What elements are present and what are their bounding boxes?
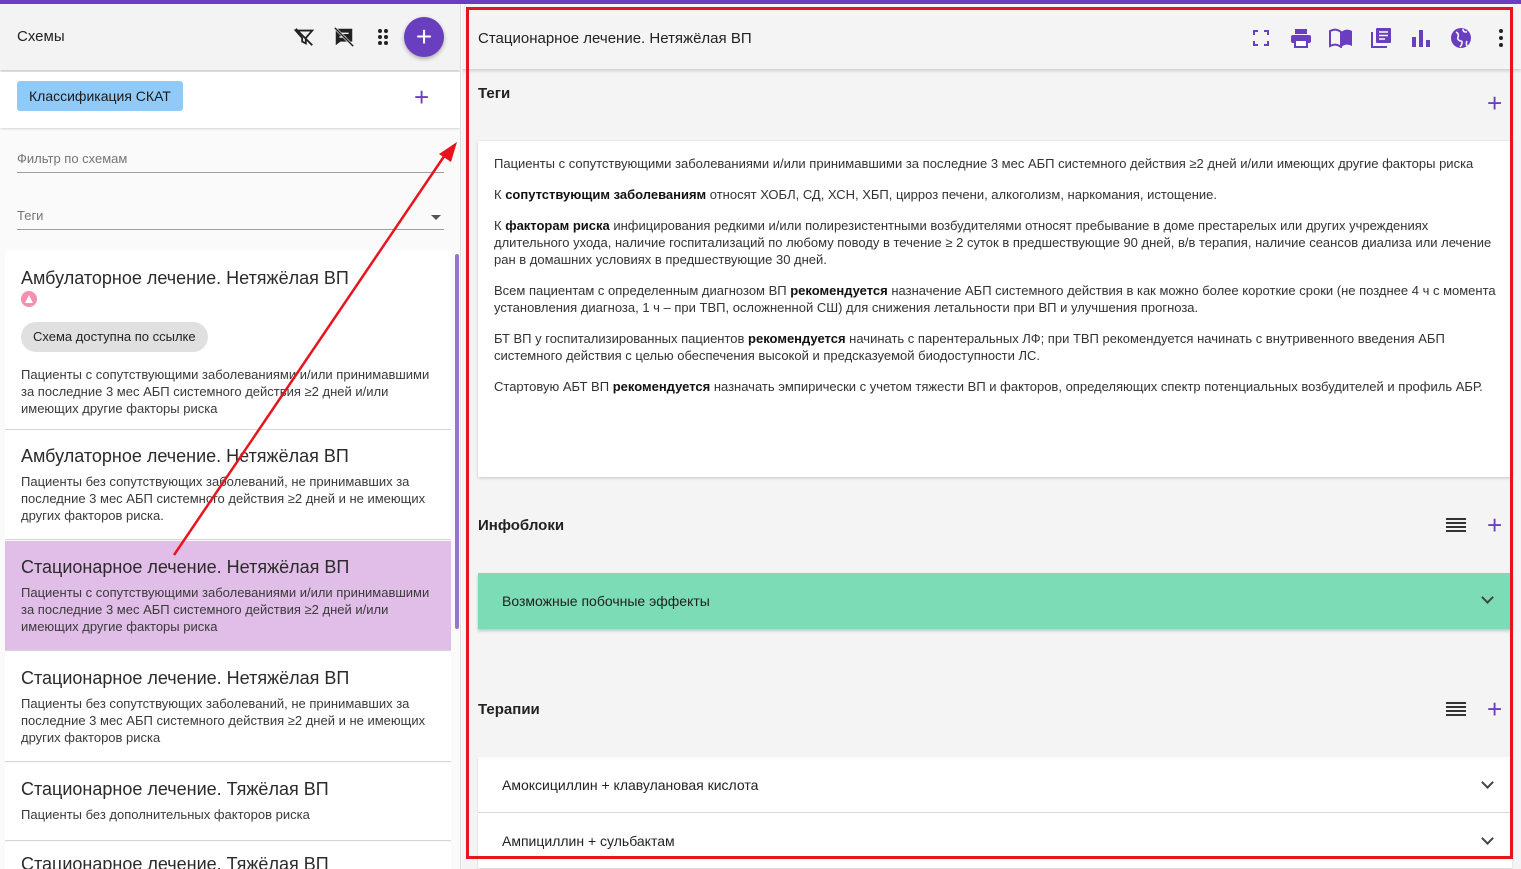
- infoblock-side-effects[interactable]: Возможные побочные эффекты: [478, 573, 1512, 629]
- link-access-chip: Схема доступна по ссылке: [21, 322, 208, 352]
- tags-select-label: Теги: [17, 208, 44, 223]
- list-view-icon[interactable]: [1446, 518, 1466, 534]
- list-item[interactable]: Амбулаторное лечение. Нетяжёлая ВП Схема…: [5, 250, 451, 430]
- list-item[interactable]: Стационарное лечение. Нетяжёлая ВП Пацие…: [5, 652, 451, 762]
- comment-off-icon[interactable]: [331, 24, 357, 50]
- infoblocks-section-title: Инфоблоки: [478, 517, 565, 534]
- warning-triangle-icon: [21, 291, 37, 307]
- scheme-filter-placeholder: Фильтр по схемам: [17, 151, 128, 166]
- scheme-title: Амбулаторное лечение. Нетяжёлая ВП: [21, 268, 349, 288]
- therapy-label: Ампициллин + сульбактам: [502, 833, 675, 849]
- book-icon[interactable]: [1327, 24, 1355, 52]
- description-paragraph: БТ ВП у госпитализированных пациентов ре…: [494, 331, 1445, 363]
- schemes-header: Схемы +: [0, 4, 460, 70]
- add-scheme-button[interactable]: +: [404, 17, 444, 57]
- bar-chart-icon[interactable]: [1407, 24, 1435, 52]
- scheme-title: Амбулаторное лечение. Нетяжёлая ВП: [21, 446, 349, 466]
- schemes-title: Схемы: [17, 28, 65, 45]
- scheme-title: Стационарное лечение. Нетяжёлая ВП: [21, 668, 350, 688]
- list-item-selected[interactable]: Стационарное лечение. Нетяжёлая ВП Пацие…: [5, 541, 451, 651]
- description-paragraph: К факторам риска инфицирования редкими и…: [494, 218, 1492, 267]
- therapies-section-title: Терапии: [478, 701, 540, 718]
- scheme-title: Стационарное лечение. Нетяжёлая ВП: [21, 557, 350, 577]
- add-infoblock-icon[interactable]: +: [1487, 512, 1502, 538]
- description-paragraph: Стартовую АБТ ВП рекомендуется назначать…: [494, 379, 1483, 394]
- description-paragraph: Всем пациентам с определенным диагнозом …: [494, 283, 1496, 315]
- scheme-description-card: Пациенты с сопутствующими заболеваниями …: [478, 141, 1512, 477]
- scheme-title: Стационарное лечение. Тяжёлая ВП: [21, 779, 329, 799]
- classification-chip[interactable]: Классификация СКАТ: [17, 81, 183, 111]
- therapy-item[interactable]: Амоксициллин + клавулановая кислота: [478, 757, 1512, 812]
- drag-dots-icon[interactable]: [370, 24, 396, 50]
- list-scrollbar[interactable]: [455, 254, 459, 629]
- list-item[interactable]: Стационарное лечение. Тяжёлая ВП Пациент…: [5, 763, 451, 841]
- print-icon[interactable]: [1287, 24, 1315, 52]
- chevron-down-icon: [1481, 591, 1494, 604]
- scheme-description: Пациенты с сопутствующими заболеваниями …: [21, 585, 430, 634]
- add-classification-icon[interactable]: +: [414, 84, 429, 110]
- scheme-description: Пациенты без сопутствующих заболеваний, …: [21, 474, 426, 523]
- more-vert-icon[interactable]: [1487, 24, 1515, 52]
- description-paragraph: К сопутствующим заболеваниям относят ХОБ…: [494, 187, 1217, 202]
- tags-select[interactable]: Теги: [17, 202, 444, 230]
- therapy-label: Амоксициллин + клавулановая кислота: [502, 777, 759, 793]
- fullscreen-icon[interactable]: [1247, 24, 1275, 52]
- scheme-description: Пациенты с сопутствующими заболеваниями …: [21, 367, 430, 416]
- detail-header: Стационарное лечение. Нетяжёлая ВП: [462, 4, 1521, 69]
- scheme-detail-panel: Стационарное лечение. Нетяжёлая ВП Теги …: [462, 4, 1521, 869]
- list-item[interactable]: Стационарное лечение. Тяжёлая ВП: [5, 842, 451, 869]
- add-therapy-icon[interactable]: +: [1487, 696, 1502, 722]
- detail-title: Стационарное лечение. Нетяжёлая ВП: [478, 30, 752, 47]
- schemes-panel: Схемы + Классификация СКАТ + Фильтр по с…: [0, 4, 461, 869]
- filter-off-icon[interactable]: [291, 24, 317, 50]
- add-tag-icon[interactable]: +: [1487, 90, 1502, 116]
- tags-section-title: Теги: [478, 85, 511, 102]
- list-view-icon[interactable]: [1446, 702, 1466, 718]
- dropdown-arrow-icon: [431, 215, 441, 220]
- scheme-title: Стационарное лечение. Тяжёлая ВП: [21, 854, 329, 869]
- scheme-description: Пациенты без сопутствующих заболеваний, …: [21, 696, 426, 745]
- chevron-down-icon: [1481, 776, 1494, 789]
- list-item[interactable]: Амбулаторное лечение. Нетяжёлая ВП Пацие…: [5, 430, 451, 540]
- classification-row: Классификация СКАТ +: [0, 72, 460, 128]
- description-paragraph: Пациенты с сопутствующими заболеваниями …: [494, 156, 1474, 171]
- library-icon[interactable]: [1367, 24, 1395, 52]
- chevron-down-icon: [1481, 832, 1494, 845]
- globe-icon[interactable]: [1447, 24, 1475, 52]
- therapy-item[interactable]: Ампициллин + сульбактам: [478, 813, 1512, 868]
- infoblock-label: Возможные побочные эффекты: [502, 593, 710, 609]
- add-icon: +: [415, 21, 433, 52]
- scheme-filter-input[interactable]: Фильтр по схемам: [17, 145, 444, 173]
- scheme-description: Пациенты без дополнительных факторов рис…: [21, 807, 310, 822]
